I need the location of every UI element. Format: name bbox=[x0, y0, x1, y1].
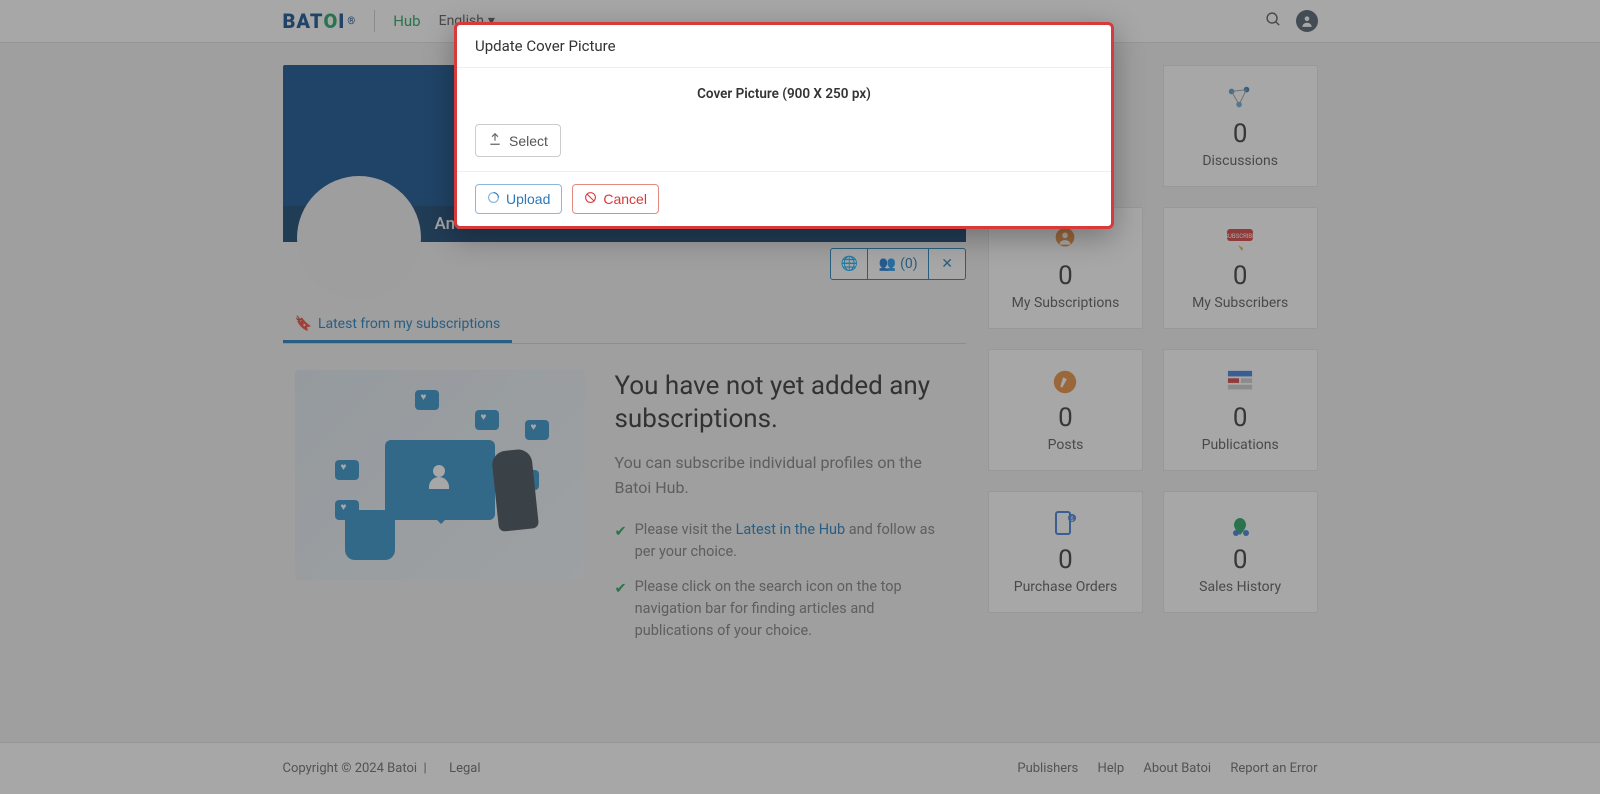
cancel-button[interactable]: Cancel bbox=[572, 184, 659, 214]
loader-icon bbox=[487, 191, 500, 207]
cancel-icon bbox=[584, 191, 597, 207]
update-cover-modal: Update Cover Picture Cover Picture (900 … bbox=[454, 22, 1114, 229]
modal-title: Update Cover Picture bbox=[457, 25, 1111, 68]
upload-icon bbox=[488, 132, 502, 149]
select-file-button[interactable]: Select bbox=[475, 124, 561, 157]
upload-button[interactable]: Upload bbox=[475, 184, 562, 214]
cover-size-hint: Cover Picture (900 X 250 px) bbox=[475, 86, 1093, 102]
